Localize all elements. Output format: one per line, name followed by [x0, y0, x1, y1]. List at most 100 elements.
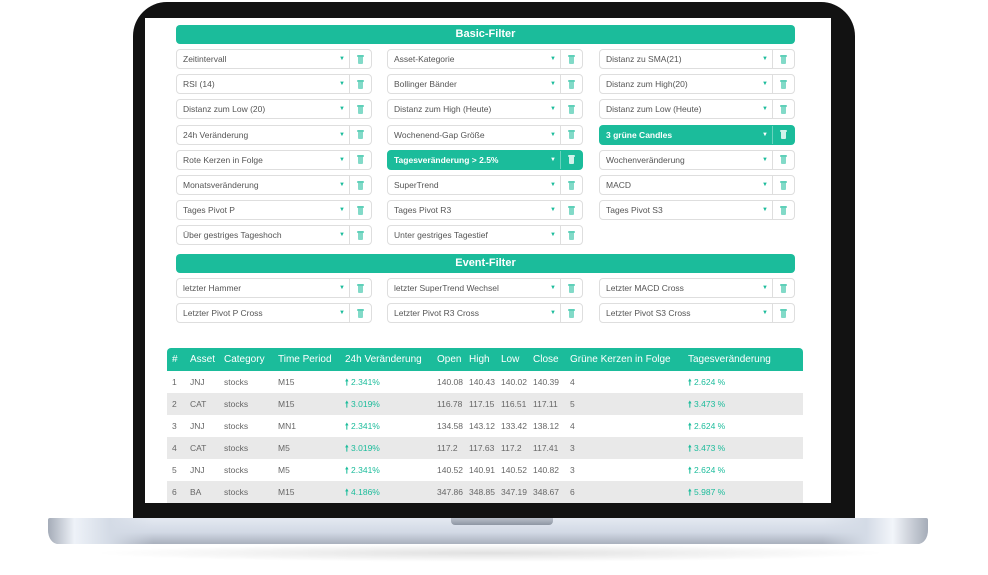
chevron-down-icon[interactable]: ▼	[335, 226, 349, 244]
column-header-24h-veranderung[interactable]: 24h Veränderung	[345, 348, 437, 371]
delete-filter-button[interactable]	[772, 201, 794, 220]
delete-filter-button[interactable]	[560, 125, 582, 144]
delete-filter-button[interactable]	[772, 279, 794, 297]
filter-supertrend[interactable]: SuperTrend ▼	[387, 175, 583, 195]
column-header-close[interactable]: Close	[533, 348, 570, 371]
delete-filter-button[interactable]	[560, 150, 582, 169]
delete-filter-button[interactable]	[772, 176, 794, 194]
filter-letzter-pivot-p-cross[interactable]: Letzter Pivot P Cross ▼	[176, 303, 372, 324]
chevron-down-icon[interactable]: ▼	[758, 100, 772, 118]
filter-24h-veranderung[interactable]: 24h Veränderung ▼	[176, 124, 372, 145]
column-header-high[interactable]: High	[469, 348, 501, 371]
table-row[interactable]: 5 JNJ stocks M5 🠕 2.341% 140.52 140.91 140.52 14…	[167, 459, 803, 481]
delete-filter-button[interactable]	[349, 75, 371, 94]
chevron-down-icon[interactable]: ▼	[335, 126, 349, 144]
filter-distanz-zum-low-20[interactable]: Distanz zum Low (20) ▼	[176, 99, 372, 120]
filter-asset-kategorie[interactable]: Asset-Kategorie ▼	[387, 49, 583, 69]
chevron-down-icon[interactable]: ▼	[546, 50, 560, 68]
chevron-down-icon[interactable]: ▼	[335, 304, 349, 322]
delete-filter-button[interactable]	[772, 304, 794, 323]
table-row[interactable]: 1 JNJ stocks M15 🠕 2.341% 140.08 140.43 140.02 1…	[167, 371, 803, 393]
filter-letzter-pivot-s3-cross[interactable]: Letzter Pivot S3 Cross ▼	[599, 303, 795, 324]
chevron-down-icon[interactable]: ▼	[546, 279, 560, 297]
delete-filter-button[interactable]	[349, 150, 371, 169]
delete-filter-button[interactable]	[349, 100, 371, 119]
chevron-down-icon[interactable]: ▼	[758, 279, 772, 297]
chevron-down-icon[interactable]: ▼	[758, 304, 772, 322]
filter-3-grune-candles[interactable]: 3 grüne Candles ▼	[599, 124, 795, 145]
filter-monatsveranderung[interactable]: Monatsveränderung ▼	[176, 175, 372, 195]
delete-filter-button[interactable]	[349, 176, 371, 194]
filter-letzter-hammer[interactable]: letzter Hammer ▼	[176, 278, 372, 298]
delete-filter-button[interactable]	[772, 100, 794, 119]
chevron-down-icon[interactable]: ▼	[335, 100, 349, 118]
filter-bollinger-bander[interactable]: Bollinger Bänder ▼	[387, 74, 583, 95]
column-header-tagesveranderung[interactable]: Tagesveränderung	[688, 348, 803, 371]
column-header-grune-kerzen-in-folge[interactable]: Grüne Kerzen in Folge	[570, 348, 688, 371]
delete-filter-button[interactable]	[772, 75, 794, 94]
chevron-down-icon[interactable]: ▼	[335, 151, 349, 169]
filter-distanz-zum-high-20[interactable]: Distanz zum High(20) ▼	[599, 74, 795, 95]
delete-filter-button[interactable]	[349, 201, 371, 220]
column-header-asset[interactable]: Asset	[187, 348, 224, 371]
chevron-down-icon[interactable]: ▼	[546, 75, 560, 93]
delete-filter-button[interactable]	[772, 50, 794, 68]
chevron-down-icon[interactable]: ▼	[335, 176, 349, 194]
chevron-down-icon[interactable]: ▼	[546, 176, 560, 194]
filter-tages-pivot-p[interactable]: Tages Pivot P ▼	[176, 200, 372, 221]
delete-filter-button[interactable]	[349, 279, 371, 297]
chevron-down-icon[interactable]: ▼	[758, 75, 772, 93]
delete-filter-button[interactable]	[560, 279, 582, 297]
filter-rsi-14[interactable]: RSI (14) ▼	[176, 74, 372, 95]
table-row[interactable]: 6 BA stocks M15 🠕 4.186% 347.86 348.85 347.19 34…	[167, 481, 803, 503]
chevron-down-icon[interactable]: ▼	[546, 201, 560, 219]
filter-wochenveranderung[interactable]: Wochenveränderung ▼	[599, 149, 795, 170]
chevron-down-icon[interactable]: ▼	[758, 151, 772, 169]
chevron-down-icon[interactable]: ▼	[758, 201, 772, 219]
filter-distanz-zu-sma-21[interactable]: Distanz zu SMA(21) ▼	[599, 49, 795, 69]
delete-filter-button[interactable]	[560, 75, 582, 94]
delete-filter-button[interactable]	[349, 304, 371, 323]
column-header-index[interactable]: #	[167, 348, 187, 371]
filter-letzter-pivot-r3-cross[interactable]: Letzter Pivot R3 Cross ▼	[387, 303, 583, 324]
chevron-down-icon[interactable]: ▼	[335, 75, 349, 93]
chevron-down-icon[interactable]: ▼	[546, 151, 560, 169]
filter-rote-kerzen-in-folge[interactable]: Rote Kerzen in Folge ▼	[176, 149, 372, 170]
table-row[interactable]: 2 CAT stocks M15 🠕 3.019% 116.78 117.15 116.51 1…	[167, 393, 803, 415]
filter-zeitintervall[interactable]: Zeitintervall ▼	[176, 49, 372, 69]
delete-filter-button[interactable]	[560, 304, 582, 323]
chevron-down-icon[interactable]: ▼	[546, 126, 560, 144]
delete-filter-button[interactable]	[560, 201, 582, 220]
column-header-category[interactable]: Category	[224, 348, 278, 371]
column-header-low[interactable]: Low	[501, 348, 533, 371]
filter-uber-gestriges-tageshoch[interactable]: Über gestriges Tageshoch ▼	[176, 225, 372, 246]
filter-distanz-zum-high-heute[interactable]: Distanz zum High (Heute) ▼	[387, 99, 583, 120]
chevron-down-icon[interactable]: ▼	[335, 201, 349, 219]
filter-wochenend-gap-gro-e[interactable]: Wochenend-Gap Größe ▼	[387, 124, 583, 145]
table-row[interactable]: 4 CAT stocks M5 🠕 3.019% 117.2 117.63 117.2 117.…	[167, 437, 803, 459]
filter-tages-pivot-s3[interactable]: Tages Pivot S3 ▼	[599, 200, 795, 221]
chevron-down-icon[interactable]: ▼	[546, 100, 560, 118]
delete-filter-button[interactable]	[560, 226, 582, 245]
filter-tages-pivot-r3[interactable]: Tages Pivot R3 ▼	[387, 200, 583, 221]
table-row[interactable]: 3 JNJ stocks MN1 🠕 2.341% 134.58 143.12 133.42 1…	[167, 415, 803, 437]
delete-filter-button[interactable]	[772, 150, 794, 169]
filter-letzter-supertrend-wechsel[interactable]: letzter SuperTrend Wechsel ▼	[387, 278, 583, 298]
chevron-down-icon[interactable]: ▼	[335, 50, 349, 68]
chevron-down-icon[interactable]: ▼	[335, 279, 349, 297]
column-header-open[interactable]: Open	[437, 348, 469, 371]
delete-filter-button[interactable]	[560, 100, 582, 119]
filter-tagesveranderung-2-5[interactable]: Tagesveränderung > 2.5% ▼	[387, 149, 583, 170]
delete-filter-button[interactable]	[772, 125, 794, 144]
chevron-down-icon[interactable]: ▼	[758, 176, 772, 194]
delete-filter-button[interactable]	[560, 176, 582, 194]
filter-unter-gestriges-tagestief[interactable]: Unter gestriges Tagestief ▼	[387, 225, 583, 246]
chevron-down-icon[interactable]: ▼	[758, 50, 772, 68]
delete-filter-button[interactable]	[349, 226, 371, 245]
delete-filter-button[interactable]	[349, 125, 371, 144]
delete-filter-button[interactable]	[349, 50, 371, 68]
filter-distanz-zum-low-heute[interactable]: Distanz zum Low (Heute) ▼	[599, 99, 795, 120]
chevron-down-icon[interactable]: ▼	[546, 304, 560, 322]
delete-filter-button[interactable]	[560, 50, 582, 68]
filter-macd[interactable]: MACD ▼	[599, 175, 795, 195]
